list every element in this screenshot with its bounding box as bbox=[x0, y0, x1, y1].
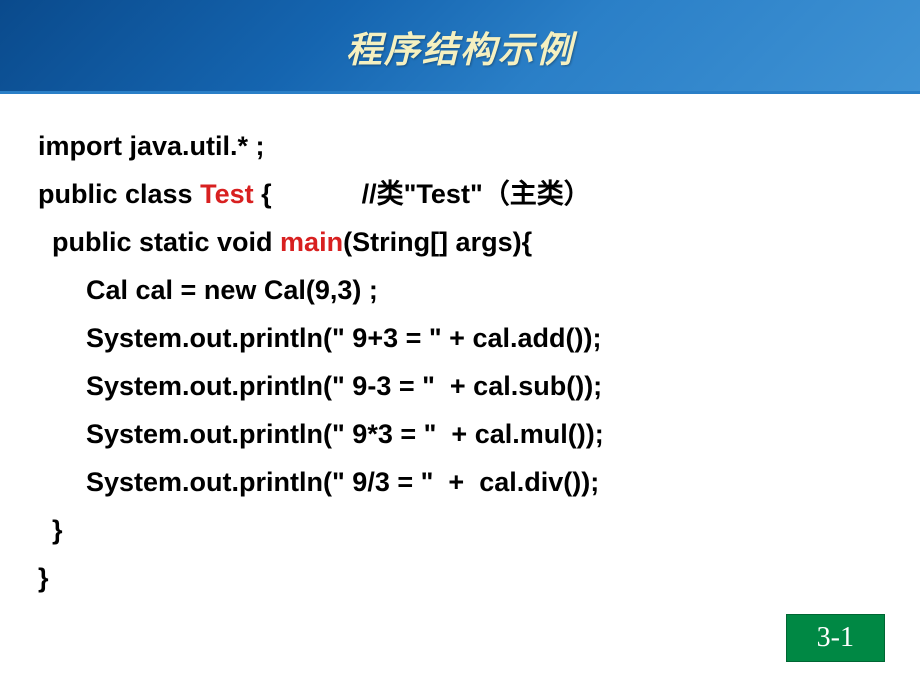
slide-title: 程序结构示例 bbox=[346, 21, 574, 73]
code-line-9: } bbox=[38, 506, 882, 554]
code-line-1: import java.util.* ; bbox=[38, 122, 882, 170]
code-line-7: System.out.println(" 9*3 = " + cal.mul()… bbox=[38, 410, 882, 458]
code-text: (String[] args){ bbox=[343, 227, 532, 257]
keyword-main: main bbox=[280, 227, 343, 257]
code-line-6: System.out.println(" 9-3 = " + cal.sub()… bbox=[38, 362, 882, 410]
keyword-test: Test bbox=[200, 179, 254, 209]
code-comment: //类"Test"（主类） bbox=[362, 179, 591, 209]
code-line-8: System.out.println(" 9/3 = " + cal.div()… bbox=[38, 458, 882, 506]
code-text: { bbox=[254, 179, 362, 209]
code-line-10: } bbox=[38, 554, 882, 602]
code-line-2: public class Test { //类"Test"（主类） bbox=[38, 170, 882, 218]
code-line-4: Cal cal = new Cal(9,3) ; bbox=[38, 266, 882, 314]
slide-content: import java.util.* ; public class Test {… bbox=[0, 94, 920, 622]
page-number-badge: 3-1 bbox=[786, 614, 885, 662]
code-line-5: System.out.println(" 9+3 = " + cal.add()… bbox=[38, 314, 882, 362]
code-line-3: public static void main(String[] args){ bbox=[38, 218, 882, 266]
slide-header: 程序结构示例 bbox=[0, 0, 920, 94]
code-text: public class bbox=[38, 179, 200, 209]
code-text: public static void bbox=[52, 227, 280, 257]
